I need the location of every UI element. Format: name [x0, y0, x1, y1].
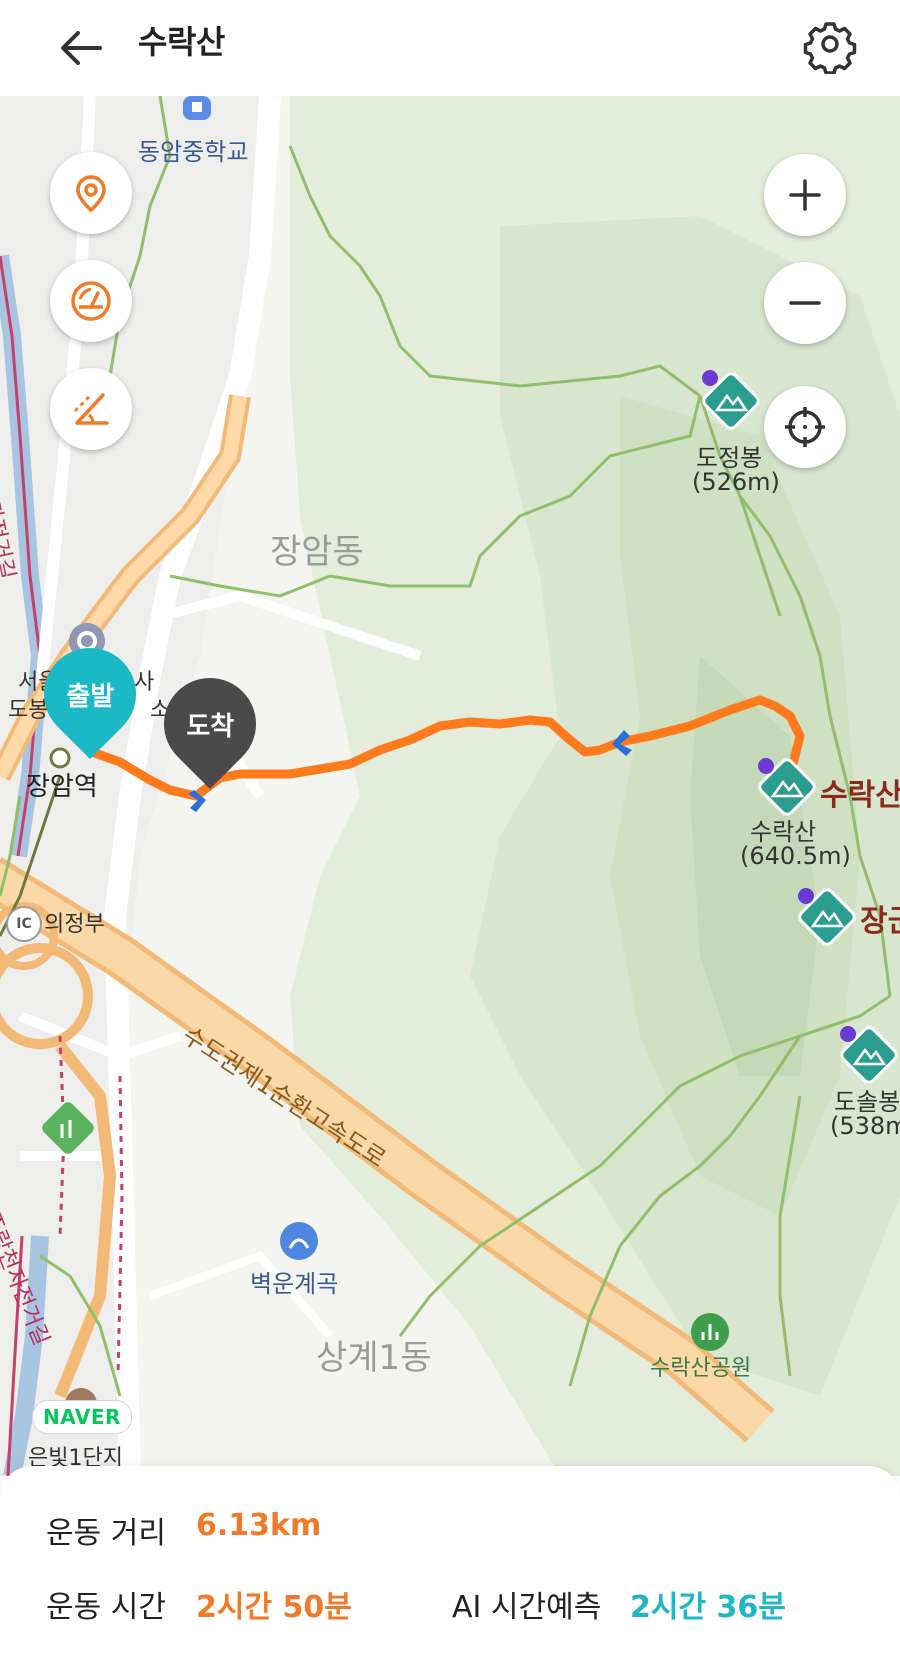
park-label: 수락산공원 [650, 1356, 752, 1381]
distance-value: 6.13km [196, 1508, 322, 1543]
speedometer-button[interactable] [50, 260, 132, 342]
gear-icon [803, 22, 857, 75]
valley-icon [280, 1222, 318, 1260]
park-icon [691, 1313, 729, 1351]
ic-badge: IC [6, 906, 42, 942]
location-button[interactable] [50, 152, 132, 234]
plus-icon [789, 179, 821, 211]
peak-height: (538m) [830, 1112, 900, 1140]
top-app-bar: 수락산 [0, 0, 900, 96]
settings-button[interactable] [800, 14, 860, 75]
zoom-out-button[interactable] [764, 262, 846, 344]
end-marker-label: 도착 [186, 711, 234, 742]
poi-label: 도봉 [8, 698, 49, 723]
back-button[interactable] [52, 18, 112, 78]
stats-panel: 운동 거리 6.13km 운동 시간 2시간 50분 AI 시간예측 2시간 3… [0, 1466, 900, 1673]
peak-badge-icon [840, 1026, 856, 1042]
time-value: 2시간 50분 [196, 1590, 352, 1625]
arrow-left-icon [61, 31, 102, 65]
district-label: 장암동 [270, 532, 364, 572]
station-label: 장암역 [26, 772, 98, 802]
page-title: 수락산 [138, 23, 225, 61]
zoom-in-button[interactable] [764, 154, 846, 236]
trail-park-icon [42, 1102, 94, 1154]
slope-icon [73, 393, 109, 425]
peak-height: (526m) [692, 468, 780, 496]
recenter-button[interactable] [764, 386, 846, 468]
ai-prediction-label: AI 시간예측 [452, 1590, 602, 1625]
school-icon [183, 96, 211, 120]
district-label: 상계1동 [316, 1338, 432, 1378]
peak-badge-icon [758, 758, 774, 774]
distance-label: 운동 거리 [46, 1516, 166, 1551]
map-pin-icon [76, 175, 106, 213]
time-label: 운동 시간 [46, 1590, 166, 1625]
school-label: 동암중학교 [138, 138, 249, 166]
ai-prediction-value: 2시간 36분 [630, 1590, 786, 1625]
poi-label: 벽운계곡 [250, 1270, 339, 1298]
peak-title: 장군 [860, 904, 900, 939]
start-marker-label: 출발 [66, 681, 114, 712]
peak-title: 수락산 [820, 778, 900, 813]
peak-height: (640.5m) [740, 842, 851, 870]
speedometer-icon [71, 281, 111, 321]
peak-badge-icon [798, 888, 814, 904]
ic-label: 의정부 [44, 912, 105, 937]
slope-button[interactable] [50, 368, 132, 450]
naver-logo[interactable]: NAVER [32, 1400, 132, 1434]
minus-icon [789, 301, 821, 305]
peak-badge-icon [702, 370, 718, 386]
map-view[interactable]: 동암중학교 장암동 상계1동 서울 사 도봉 소 장암역 IC 의정부 수도권제… [0, 96, 900, 1476]
crosshair-icon [785, 407, 825, 447]
